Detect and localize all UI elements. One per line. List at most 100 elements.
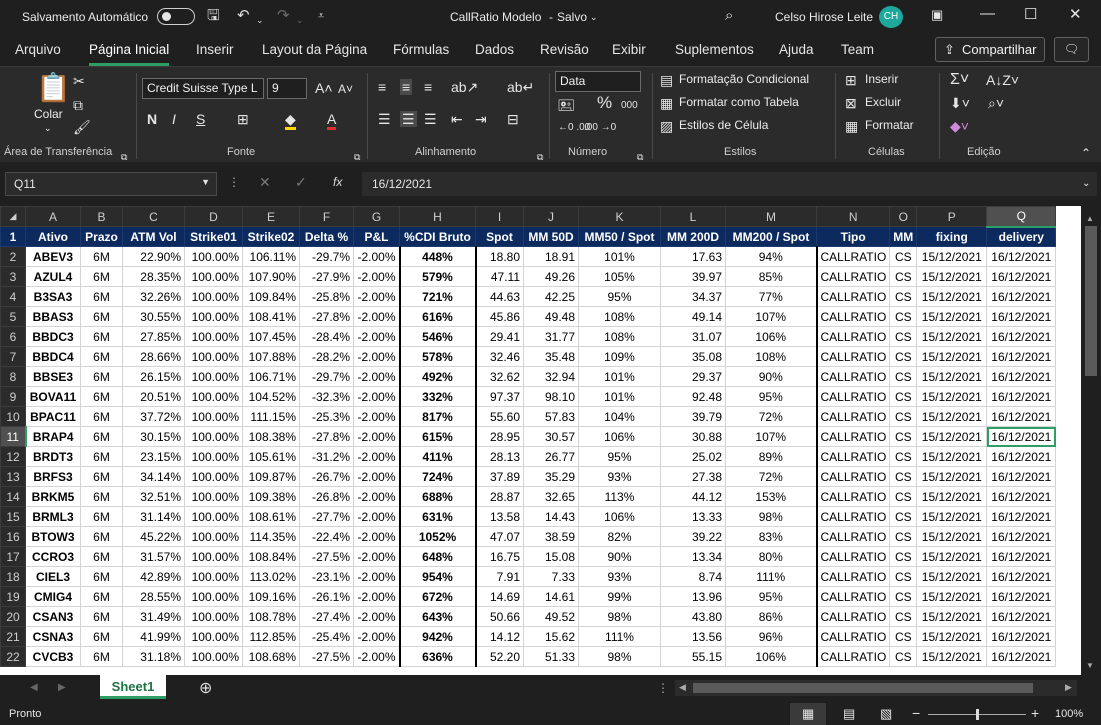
comma-style-icon[interactable]: 000 bbox=[621, 98, 638, 114]
cell[interactable]: -2.00% bbox=[353, 306, 400, 327]
row-header[interactable]: 20 bbox=[0, 606, 26, 627]
percent-icon[interactable]: % bbox=[597, 94, 612, 111]
cell[interactable]: 15/12/2021 bbox=[916, 246, 988, 267]
cell[interactable]: 49.52 bbox=[523, 606, 579, 627]
cell[interactable]: 100.00% bbox=[184, 306, 243, 327]
share-button[interactable]: ⇪ Compartilhar bbox=[935, 37, 1045, 62]
document-title[interactable]: CallRatio Modelo bbox=[450, 10, 541, 24]
cell[interactable]: CS bbox=[889, 606, 918, 627]
comments-button[interactable]: 🗨 bbox=[1054, 37, 1089, 62]
cell[interactable]: 16/12/2021 bbox=[986, 526, 1057, 547]
column-header-l[interactable]: L bbox=[660, 206, 726, 227]
cell[interactable]: 15/12/2021 bbox=[916, 566, 988, 587]
formula-input[interactable]: 16/12/2021 bbox=[362, 172, 1097, 196]
cell[interactable]: 100.00% bbox=[184, 546, 243, 567]
cell[interactable]: -2.00% bbox=[353, 506, 400, 527]
row-header[interactable]: 3 bbox=[0, 266, 26, 287]
document-status[interactable]: Salvo bbox=[557, 10, 587, 24]
paste-button[interactable]: Colar bbox=[34, 107, 63, 121]
align-middle-icon[interactable]: ≡ bbox=[400, 79, 413, 95]
cell[interactable]: BBSE3 bbox=[25, 366, 81, 387]
cell[interactable]: -2.00% bbox=[353, 326, 400, 347]
cell[interactable]: CALLRATIO bbox=[815, 646, 891, 667]
cell[interactable]: CS bbox=[889, 466, 918, 487]
cell[interactable]: 30.88 bbox=[660, 426, 726, 447]
tab-split-icon[interactable]: ⋮ bbox=[657, 681, 669, 695]
cell[interactable]: 100.00% bbox=[184, 366, 243, 387]
cell[interactable]: CALLRATIO bbox=[815, 546, 891, 567]
column-header-a[interactable]: A bbox=[25, 206, 81, 227]
cell[interactable]: 28.35% bbox=[122, 266, 185, 287]
row-header[interactable]: 9 bbox=[0, 386, 26, 407]
cell[interactable]: 817% bbox=[398, 406, 476, 427]
scroll-up-icon[interactable]: ▲ bbox=[1086, 214, 1094, 223]
cell[interactable]: 15/12/2021 bbox=[916, 626, 988, 647]
cell[interactable]: 16/12/2021 bbox=[986, 426, 1057, 447]
cell[interactable]: 72% bbox=[725, 406, 817, 427]
cell[interactable]: 6M bbox=[80, 406, 123, 427]
cell[interactable]: 6M bbox=[80, 246, 123, 267]
cell[interactable]: -2.00% bbox=[353, 246, 400, 267]
header-cell[interactable]: Strike01 bbox=[184, 226, 243, 247]
save-icon[interactable]: 🖫 bbox=[207, 7, 220, 25]
cell[interactable]: 6M bbox=[80, 606, 123, 627]
row-header[interactable]: 19 bbox=[0, 586, 26, 607]
column-header-n[interactable]: N bbox=[815, 206, 891, 227]
cell[interactable]: 6M bbox=[80, 506, 123, 527]
row-header[interactable]: 10 bbox=[0, 406, 26, 427]
cell[interactable]: 101% bbox=[578, 246, 661, 267]
tab-inserir[interactable]: Inserir bbox=[196, 42, 234, 57]
minimize-icon[interactable]: — bbox=[980, 5, 995, 22]
autosave-toggle[interactable] bbox=[157, 8, 195, 25]
normal-view-icon[interactable]: ▦ bbox=[802, 706, 814, 722]
cell[interactable]: 109.16% bbox=[242, 586, 300, 607]
cell[interactable]: 106.71% bbox=[242, 366, 300, 387]
cell[interactable]: 98.10 bbox=[523, 386, 579, 407]
cell[interactable]: CS bbox=[889, 406, 918, 427]
cell[interactable]: 52.20 bbox=[474, 646, 524, 667]
cell[interactable]: 107.90% bbox=[242, 266, 300, 287]
cell[interactable]: 113% bbox=[578, 486, 661, 507]
tab-layout[interactable]: Layout da Página bbox=[262, 42, 367, 57]
cell[interactable]: 51.33 bbox=[523, 646, 579, 667]
cell[interactable]: -31.2% bbox=[299, 446, 354, 467]
cell[interactable]: 32.26% bbox=[122, 286, 185, 307]
cell[interactable]: -2.00% bbox=[353, 586, 400, 607]
cell[interactable]: 29.37 bbox=[660, 366, 726, 387]
cell[interactable]: -2.00% bbox=[353, 386, 400, 407]
cell[interactable]: 37.89 bbox=[474, 466, 524, 487]
cell[interactable]: 111% bbox=[725, 566, 817, 587]
cell[interactable]: -2.00% bbox=[353, 406, 400, 427]
cell[interactable]: 34.37 bbox=[660, 286, 726, 307]
row-header[interactable]: 4 bbox=[0, 286, 26, 307]
cell[interactable]: 106% bbox=[578, 426, 661, 447]
cell[interactable]: CMIG4 bbox=[25, 586, 81, 607]
cell[interactable]: -25.8% bbox=[299, 286, 354, 307]
cell[interactable]: 15/12/2021 bbox=[916, 446, 988, 467]
tab-dados[interactable]: Dados bbox=[475, 42, 514, 57]
wrap-text-icon[interactable]: ab↵ bbox=[507, 79, 534, 95]
cell[interactable]: -25.3% bbox=[299, 406, 354, 427]
zoom-in-icon[interactable]: + bbox=[1031, 705, 1039, 721]
cell[interactable]: 31.77 bbox=[523, 326, 579, 347]
row-header[interactable]: 16 bbox=[0, 526, 26, 547]
cell[interactable]: 22.90% bbox=[122, 246, 185, 267]
cell[interactable]: 100.00% bbox=[184, 406, 243, 427]
cell[interactable]: 80% bbox=[725, 546, 817, 567]
cell[interactable]: 105.61% bbox=[242, 446, 300, 467]
cell[interactable]: -2.00% bbox=[353, 426, 400, 447]
cell[interactable]: CALLRATIO bbox=[815, 326, 891, 347]
cell[interactable]: 16/12/2021 bbox=[986, 606, 1057, 627]
row-header[interactable]: 2 bbox=[0, 246, 26, 267]
cell[interactable]: 104% bbox=[578, 406, 661, 427]
cell[interactable]: 13.56 bbox=[660, 626, 726, 647]
cell[interactable]: 31.07 bbox=[660, 326, 726, 347]
add-sheet-icon[interactable]: ⊕ bbox=[199, 678, 212, 698]
cell[interactable]: CALLRATIO bbox=[815, 406, 891, 427]
tab-exibir[interactable]: Exibir bbox=[612, 42, 646, 57]
page-layout-view-icon[interactable]: ▤ bbox=[843, 706, 855, 722]
cell[interactable]: 95% bbox=[725, 386, 817, 407]
cell[interactable]: 16/12/2021 bbox=[986, 346, 1057, 367]
cell[interactable]: 42.25 bbox=[523, 286, 579, 307]
cell[interactable]: CS bbox=[889, 506, 918, 527]
